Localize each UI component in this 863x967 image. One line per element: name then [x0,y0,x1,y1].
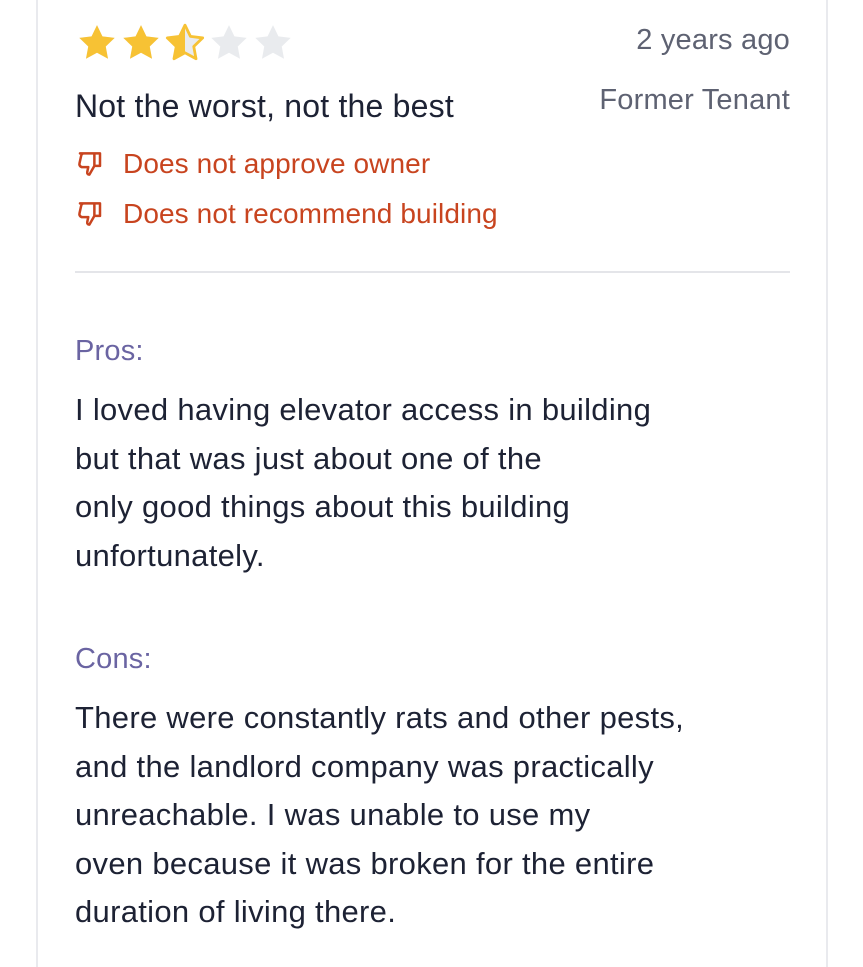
building-recommend-label: Does not recommend building [123,198,498,229]
cons-text: There were constantly rats and other pes… [75,694,795,937]
cons-heading: Cons: [75,643,152,675]
thumbs-down-icon [78,202,102,226]
pros-line: but that was just about one of the [75,440,542,476]
review-card: 2 years ago Not the worst, not the best … [36,0,828,967]
pros-heading: Pros: [75,335,144,367]
star-rating [76,22,294,64]
divider [75,271,790,273]
cons-line: and the landlord company was practically [75,748,654,784]
building-recommend-flag: Does not recommend building [75,198,498,230]
star-icon-2 [123,25,159,59]
cons-line: oven because it was broken for the entir… [75,845,655,881]
pros-line: I loved having elevator access in buildi… [75,392,652,427]
star-icon-3 [165,23,205,61]
star-icon-5 [255,25,291,59]
star-icon-1 [79,25,115,59]
cons-line: There were constantly rats and other pes… [75,700,685,735]
cons-line: unreachable. I was unable to use my [75,797,591,832]
reviewer-role: Former Tenant [599,84,790,116]
cons-line: duration of living there. [75,894,397,929]
pros-line: unfortunately. [75,537,265,573]
thumbs-down-icon [78,152,102,176]
star-icon-4 [211,25,247,59]
pros-line: only good things about this building [75,489,571,524]
pros-text: I loved having elevator access in buildi… [75,386,795,580]
review-date: 2 years ago [636,24,790,56]
review-title: Not the worst, not the best [75,88,454,124]
owner-approval-flag: Does not approve owner [75,148,430,180]
owner-approval-label: Does not approve owner [123,148,431,179]
